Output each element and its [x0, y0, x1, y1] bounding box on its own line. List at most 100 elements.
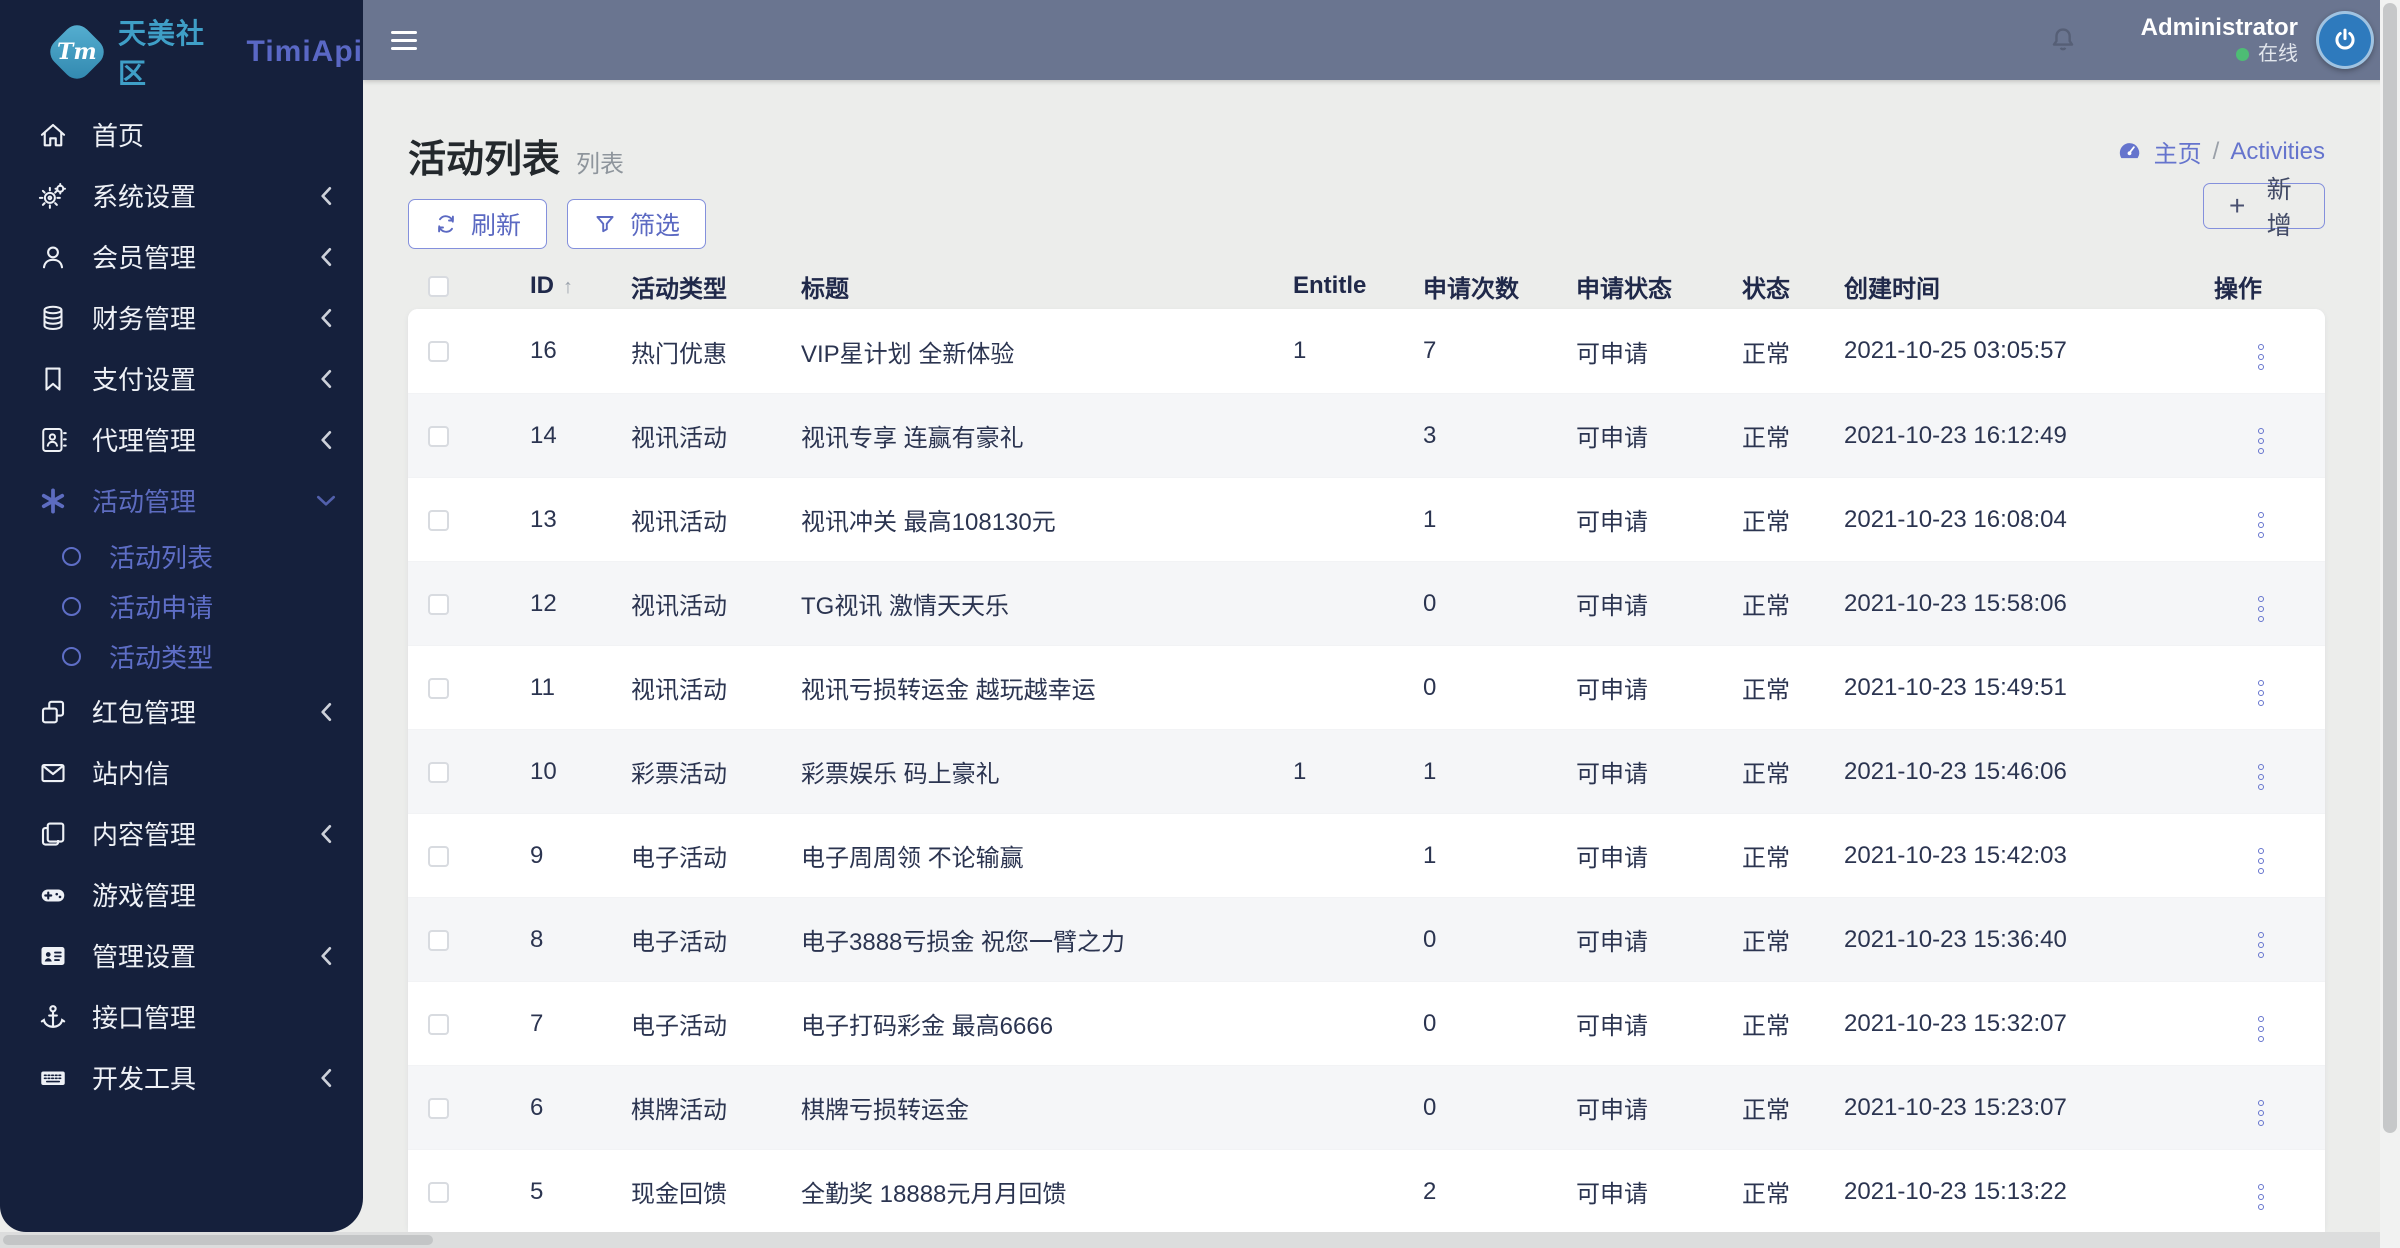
- sidebar-item-payment[interactable]: 支付设置: [0, 348, 363, 409]
- sidebar-item-members[interactable]: 会员管理: [0, 226, 363, 287]
- row-checkbox[interactable]: [428, 677, 449, 699]
- vertical-scrollbar[interactable]: [2380, 0, 2400, 1248]
- cell-id: 10: [530, 757, 557, 785]
- id-card-icon: [38, 941, 68, 971]
- sidebar-item-agents[interactable]: 代理管理: [0, 409, 363, 470]
- row-actions-ellipsis-icon[interactable]: [2254, 340, 2268, 374]
- vertical-scrollbar-thumb[interactable]: [2383, 3, 2397, 1133]
- sidebar-item-admin[interactable]: 管理设置: [0, 925, 363, 986]
- add-button[interactable]: + 新增: [2203, 176, 2325, 240]
- cell-type: 热门优惠: [631, 340, 727, 368]
- sidebar-subitem[interactable]: 活动类型: [0, 631, 363, 681]
- row-actions-ellipsis-icon[interactable]: [2254, 760, 2268, 794]
- sidebar-item-redpacket[interactable]: 红包管理: [0, 681, 363, 742]
- cell-created: 2021-10-23 15:36:40: [1844, 925, 2067, 953]
- horizontal-scrollbar-thumb[interactable]: [3, 1235, 433, 1245]
- chevron-left-icon: [319, 246, 333, 268]
- cell-apply-status: 可申请: [1576, 929, 1648, 956]
- cell-title: 彩票娱乐 码上豪礼: [801, 761, 1000, 788]
- row-checkbox[interactable]: [428, 1013, 449, 1035]
- cell-created: 2021-10-23 15:23:07: [1844, 1093, 2067, 1121]
- row-actions-ellipsis-icon[interactable]: [2254, 676, 2268, 710]
- row-checkbox[interactable]: [428, 1181, 449, 1203]
- breadcrumb-home-link[interactable]: 主页: [2154, 134, 2202, 169]
- cell-type: 视讯活动: [631, 425, 727, 452]
- sidebar-item-messages[interactable]: 站内信: [0, 742, 363, 803]
- row-checkbox[interactable]: [428, 593, 449, 615]
- brand[interactable]: Tm 天美社区 TimiApi: [0, 0, 363, 104]
- sidebar-item-games[interactable]: 游戏管理: [0, 864, 363, 925]
- table-row: 7 电子活动 电子打码彩金 最高6666 0 可申请 正常 2021-10-23…: [408, 981, 2325, 1065]
- sidebar-item-activities[interactable]: 活动管理: [0, 470, 363, 531]
- sidebar-item-home[interactable]: 首页: [0, 104, 363, 165]
- cell-created: 2021-10-23 16:08:04: [1844, 505, 2067, 533]
- row-checkbox[interactable]: [428, 1097, 449, 1119]
- row-checkbox[interactable]: [428, 509, 449, 531]
- table-body: 16 热门优惠 VIP星计划 全新体验 1 7 可申请 正常 2021-10-2…: [408, 309, 2325, 1233]
- chevron-left-icon: [319, 307, 333, 329]
- sidebar-subitem[interactable]: 活动申请: [0, 581, 363, 631]
- gamepad-icon: [38, 880, 68, 910]
- cell-created: 2021-10-23 15:32:07: [1844, 1009, 2067, 1037]
- chevron-left-icon: [319, 945, 333, 967]
- cell-status: 正常: [1742, 593, 1790, 620]
- cell-type: 电子活动: [631, 929, 727, 956]
- cell-id: 14: [530, 421, 557, 449]
- sidebar-item-api[interactable]: 接口管理: [0, 986, 363, 1047]
- chevron-down-icon: [315, 494, 337, 508]
- row-actions-ellipsis-icon[interactable]: [2254, 1096, 2268, 1130]
- sidebar-item-devtools[interactable]: 开发工具: [0, 1047, 363, 1108]
- chevron-left-icon: [319, 429, 333, 451]
- cell-id: 13: [530, 505, 557, 533]
- cell-id: 11: [530, 673, 555, 701]
- bookmark-icon: [38, 364, 68, 394]
- header-apply-status: 申请状态: [1576, 275, 1672, 303]
- cell-created: 2021-10-23 15:49:51: [1844, 673, 2067, 701]
- header-id[interactable]: ID ↑: [510, 272, 611, 300]
- sidebar-item-system[interactable]: 系统设置: [0, 165, 363, 226]
- row-actions-ellipsis-icon[interactable]: [2254, 928, 2268, 962]
- cell-title: TG视讯 激情天天乐: [801, 593, 1009, 620]
- sidebar-item-content[interactable]: 内容管理: [0, 803, 363, 864]
- refresh-button[interactable]: 刷新: [408, 199, 548, 249]
- filter-button[interactable]: 筛选: [567, 199, 707, 249]
- table-row: 10 彩票活动 彩票娱乐 码上豪礼 1 1 可申请 正常 2021-10-23 …: [408, 729, 2325, 813]
- row-select: [408, 674, 510, 702]
- chevron-left-icon: [319, 1067, 333, 1089]
- row-actions-ellipsis-icon[interactable]: [2254, 424, 2268, 458]
- cell-apply-status: 可申请: [1576, 677, 1648, 704]
- row-actions-ellipsis-icon[interactable]: [2254, 1012, 2268, 1046]
- cell-status: 正常: [1742, 677, 1790, 704]
- select-all-checkbox[interactable]: [428, 276, 449, 298]
- home-icon: [38, 120, 68, 150]
- row-actions-ellipsis-icon[interactable]: [2254, 592, 2268, 626]
- row-actions-ellipsis-icon[interactable]: [2254, 844, 2268, 878]
- row-select: [408, 758, 510, 786]
- row-select: [408, 926, 510, 954]
- sidebar-subitem[interactable]: 活动列表: [0, 531, 363, 581]
- page-title: 活动列表: [408, 139, 561, 181]
- horizontal-scrollbar[interactable]: [0, 1232, 2380, 1248]
- row-checkbox[interactable]: [428, 761, 449, 783]
- cell-count: 1: [1423, 757, 1437, 785]
- cell-id: 5: [530, 1177, 544, 1205]
- cell-apply-status: 可申请: [1576, 425, 1648, 452]
- cell-status: 正常: [1742, 761, 1790, 788]
- cell-apply-status: 可申请: [1576, 1181, 1648, 1208]
- cell-id: 6: [530, 1093, 544, 1121]
- add-button-label: 新增: [2266, 176, 2292, 240]
- user-avatar-power-icon[interactable]: [2316, 11, 2374, 69]
- sidebar-toggle-hamburger-icon[interactable]: [391, 30, 417, 50]
- row-actions-ellipsis-icon[interactable]: [2254, 1180, 2268, 1214]
- row-checkbox[interactable]: [428, 929, 449, 951]
- cell-status: 正常: [1742, 1097, 1790, 1124]
- row-checkbox[interactable]: [428, 425, 449, 447]
- notifications-bell-icon[interactable]: [2047, 24, 2079, 56]
- cell-type: 电子活动: [631, 1013, 727, 1040]
- sidebar-item-finance[interactable]: 财务管理: [0, 287, 363, 348]
- plus-icon: +: [2229, 190, 2246, 221]
- header-actions: 操作: [2214, 275, 2262, 303]
- row-checkbox[interactable]: [428, 341, 449, 363]
- row-actions-ellipsis-icon[interactable]: [2254, 508, 2268, 542]
- row-checkbox[interactable]: [428, 845, 449, 867]
